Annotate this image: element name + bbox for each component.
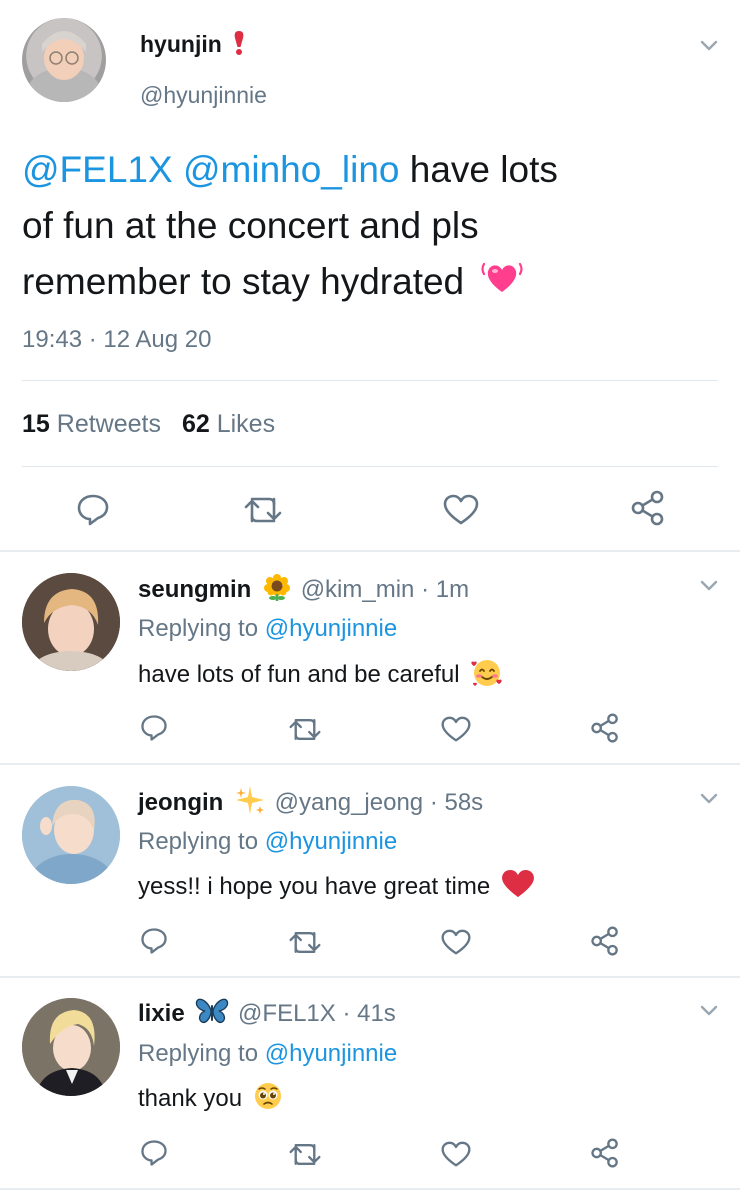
tweet-stats: 15 Retweets 62 Likes bbox=[22, 410, 275, 439]
sunflower-icon bbox=[262, 572, 292, 609]
avatar-image bbox=[28, 31, 100, 102]
sparkles-icon bbox=[234, 785, 266, 822]
vibrating-heart-icon bbox=[480, 256, 524, 312]
replying-to-link[interactable]: @hyunjinnie bbox=[265, 828, 397, 855]
tweet-text-line: remember to stay hydrated bbox=[22, 261, 465, 302]
replying-to-label: Replying to bbox=[138, 615, 259, 642]
divider bbox=[0, 1188, 740, 1190]
replying-to-label: Replying to bbox=[138, 828, 259, 855]
reply-icon[interactable] bbox=[140, 927, 168, 955]
butterfly-icon bbox=[195, 997, 229, 1032]
reply-text: have lots of fun and be careful bbox=[138, 660, 460, 688]
chevron-down-icon[interactable] bbox=[700, 580, 718, 594]
share-icon[interactable] bbox=[590, 1138, 620, 1168]
reply-icon[interactable] bbox=[140, 1139, 168, 1167]
avatar[interactable] bbox=[22, 18, 106, 102]
author-handle[interactable]: @hyunjinnie bbox=[140, 82, 267, 109]
chevron-down-icon[interactable] bbox=[700, 1005, 718, 1019]
red-exclamation-icon bbox=[232, 30, 246, 62]
likes-label: Likes bbox=[216, 410, 276, 438]
like-icon[interactable] bbox=[441, 1141, 471, 1168]
retweet-icon[interactable] bbox=[288, 929, 322, 956]
tweet-text-line: of fun at the concert and pls bbox=[22, 205, 479, 246]
likes-count: 62 bbox=[181, 410, 210, 438]
share-icon[interactable] bbox=[630, 490, 666, 526]
retweet-icon[interactable] bbox=[243, 494, 283, 526]
smiling-face-with-hearts-icon bbox=[470, 656, 504, 695]
avatar[interactable] bbox=[22, 786, 120, 884]
reply-author-handle[interactable]: @yang_jeong bbox=[275, 789, 423, 816]
divider bbox=[0, 550, 740, 552]
tweet-text-line: have lots bbox=[399, 149, 558, 190]
retweet-icon[interactable] bbox=[288, 716, 322, 743]
replying-to-link[interactable]: @hyunjinnie bbox=[265, 615, 397, 642]
reply-text: thank you bbox=[138, 1084, 243, 1112]
reply-author-handle[interactable]: @FEL1X bbox=[238, 1000, 336, 1027]
author-name[interactable]: hyunjin bbox=[140, 31, 222, 57]
share-icon[interactable] bbox=[590, 713, 620, 743]
tweet-text: @FEL1X @minho_lino have lots of fun at t… bbox=[22, 142, 558, 312]
chevron-down-icon[interactable] bbox=[700, 40, 718, 54]
divider bbox=[22, 466, 718, 467]
red-heart-icon bbox=[501, 869, 535, 906]
avatar-image bbox=[22, 786, 120, 884]
reply-author-name[interactable]: lixie bbox=[138, 1000, 185, 1027]
like-icon[interactable] bbox=[441, 716, 471, 743]
reply-icon[interactable] bbox=[140, 714, 168, 742]
retweets-label: Retweets bbox=[56, 410, 161, 438]
reply-author-name[interactable]: jeongin bbox=[138, 789, 223, 816]
reply-icon[interactable] bbox=[76, 493, 110, 527]
avatar[interactable] bbox=[22, 573, 120, 671]
avatar-image bbox=[22, 998, 120, 1096]
tweet-timestamp[interactable]: 19:43 · 12 Aug 20 bbox=[22, 326, 212, 354]
divider bbox=[0, 976, 740, 978]
replying-to-label: Replying to bbox=[138, 1040, 259, 1067]
pleading-face-icon bbox=[253, 1081, 283, 1118]
chevron-down-icon[interactable] bbox=[700, 793, 718, 807]
reply-time[interactable]: · 1m bbox=[421, 576, 469, 603]
reply-author-name[interactable]: seungmin bbox=[138, 576, 251, 603]
divider bbox=[0, 763, 740, 765]
retweets-count: 15 bbox=[22, 410, 50, 438]
avatar-image bbox=[22, 573, 120, 671]
share-icon[interactable] bbox=[590, 926, 620, 956]
reply-author-handle[interactable]: @kim_min bbox=[301, 576, 415, 603]
reply-text: yess!! i hope you have great time bbox=[138, 872, 491, 900]
like-icon[interactable] bbox=[441, 929, 471, 956]
mention-link[interactable]: @minho_lino bbox=[183, 149, 400, 190]
divider bbox=[22, 380, 718, 381]
retweet-icon[interactable] bbox=[288, 1141, 322, 1168]
replying-to-link[interactable]: @hyunjinnie bbox=[265, 1040, 397, 1067]
reply-time[interactable]: · 41s bbox=[342, 1000, 395, 1027]
mention-link[interactable]: @FEL1X bbox=[22, 149, 173, 190]
avatar[interactable] bbox=[22, 998, 120, 1096]
retweets-stat[interactable]: 15 Retweets bbox=[22, 410, 168, 438]
likes-stat[interactable]: 62 Likes bbox=[182, 410, 275, 438]
like-icon[interactable] bbox=[443, 494, 479, 526]
reply-time[interactable]: · 58s bbox=[430, 789, 483, 816]
